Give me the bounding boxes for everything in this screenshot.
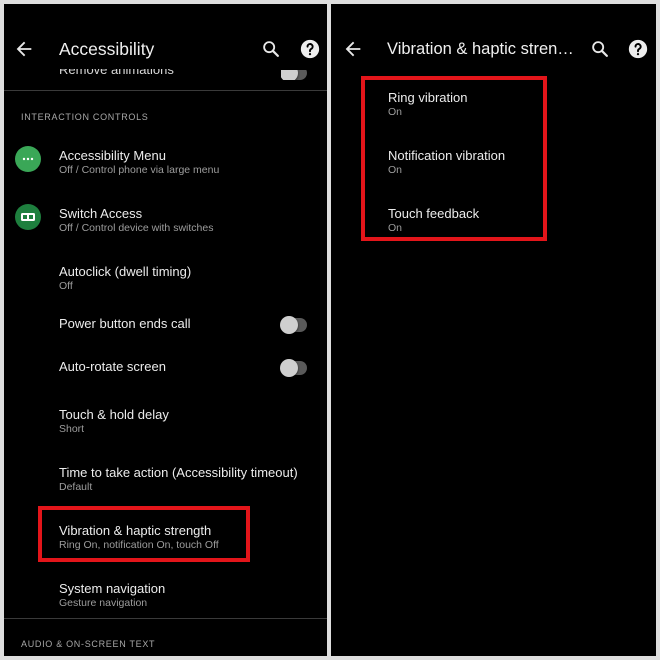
item-title: Touch feedback — [388, 206, 480, 221]
item-subtitle: On — [388, 222, 403, 234]
top-app-bar: Vibration & haptic strength — [331, 4, 656, 92]
accessibility-menu-icon — [15, 146, 41, 172]
section-header-audio-on-screen-text: AUDIO & ON-SCREEN TEXT — [21, 639, 156, 649]
vibration-haptic-screen: Vibration & haptic strength Ring vibrati… — [331, 4, 656, 656]
item-title: System navigation — [59, 581, 166, 596]
item-subtitle: Gesture navigation — [59, 597, 148, 609]
list-item-accessibility-menu[interactable]: Accessibility Menu Off / Control phone v… — [4, 142, 327, 190]
toggle-power-button-ends-call[interactable] — [280, 316, 307, 334]
item-subtitle: Short — [59, 423, 85, 435]
item-title: Time to take action (Accessibility timeo… — [59, 465, 298, 480]
search-icon[interactable] — [260, 38, 282, 60]
item-subtitle: Off / Control phone via large menu — [59, 164, 220, 176]
item-subtitle: On — [388, 106, 403, 118]
item-title: Auto-rotate screen — [59, 359, 166, 374]
section-header-interaction-controls: INTERACTION CONTROLS — [21, 112, 149, 122]
item-title: Autoclick (dwell timing) — [59, 264, 192, 279]
item-subtitle: Off / Control device with switches — [59, 222, 214, 234]
list-item-switch-access[interactable]: Switch Access Off / Control device with … — [4, 200, 327, 248]
search-icon[interactable] — [589, 38, 611, 60]
arrow-left-icon[interactable] — [342, 38, 364, 60]
item-title: Touch & hold delay — [59, 407, 169, 422]
arrow-left-icon[interactable] — [13, 38, 35, 60]
list-item-vibration-haptic-strength[interactable]: Vibration & haptic strength Ring On, not… — [4, 517, 327, 565]
item-subtitle: Default — [59, 481, 93, 493]
list-item-power-button-ends-call[interactable]: Power button ends call — [4, 302, 327, 350]
toggle-auto-rotate[interactable] — [280, 359, 307, 377]
list-item-touch-hold-delay[interactable]: Touch & hold delay Short — [4, 401, 327, 449]
list-item-auto-rotate-screen[interactable]: Auto-rotate screen — [4, 345, 327, 393]
top-app-bar: Accessibility — [4, 4, 327, 92]
switch-access-icon — [15, 204, 41, 230]
list-item-accessibility-timeout[interactable]: Time to take action (Accessibility timeo… — [4, 459, 327, 507]
page-title: Vibration & haptic strength — [387, 40, 577, 58]
item-title: Vibration & haptic strength — [59, 523, 212, 538]
item-title: Accessibility Menu — [59, 148, 166, 163]
divider — [4, 618, 327, 619]
item-subtitle: Ring On, notification On, touch Off — [59, 539, 219, 551]
divider — [4, 90, 327, 91]
item-title: Power button ends call — [59, 316, 191, 331]
list-item-system-navigation[interactable]: System navigation Gesture navigation — [4, 575, 327, 623]
accessibility-screen: Accessibility Remove animations INTERACT… — [4, 4, 327, 656]
page-title: Accessibility — [59, 39, 155, 59]
list-item-ring-vibration[interactable]: Ring vibration On — [331, 84, 656, 132]
item-subtitle: On — [388, 164, 403, 176]
item-title: Notification vibration — [388, 148, 506, 163]
help-icon[interactable] — [627, 38, 649, 60]
list-item-touch-feedback[interactable]: Touch feedback On — [331, 200, 656, 248]
item-title: Switch Access — [59, 206, 143, 221]
item-subtitle: Off — [59, 280, 73, 292]
list-item-autoclick[interactable]: Autoclick (dwell timing) Off — [4, 258, 327, 306]
help-icon[interactable] — [299, 38, 321, 60]
item-title: Ring vibration — [388, 90, 468, 105]
list-item-notification-vibration[interactable]: Notification vibration On — [331, 142, 656, 190]
